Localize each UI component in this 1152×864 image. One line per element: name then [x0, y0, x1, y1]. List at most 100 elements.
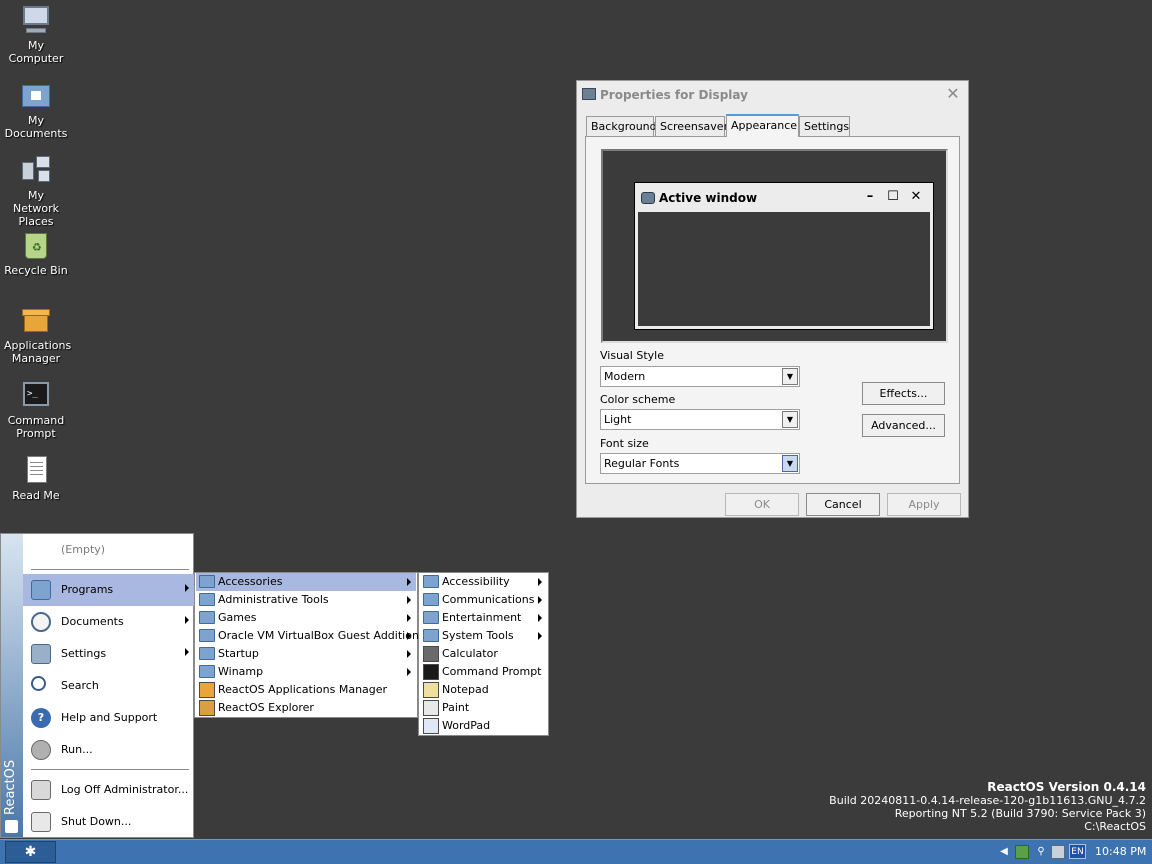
clock[interactable]: 10:48 PM: [1095, 845, 1146, 858]
chevron-right-icon: [185, 648, 189, 656]
chevron-right-icon: [185, 616, 189, 624]
folder-icon: [199, 611, 215, 624]
effects-button[interactable]: Effects...: [862, 382, 945, 405]
applications-manager-icon: [199, 682, 215, 698]
recent-empty: (Empty): [61, 543, 106, 556]
paint-icon: [423, 700, 439, 716]
ok-button[interactable]: OK: [725, 493, 799, 516]
start-item-search[interactable]: Search: [23, 670, 194, 702]
start-item-help[interactable]: ? Help and Support: [23, 702, 194, 734]
folder-icon: [423, 575, 439, 588]
close-icon: ✕: [910, 189, 922, 204]
shutdown-icon: [31, 812, 51, 832]
accessories-item-communications[interactable]: Communications: [420, 591, 547, 609]
accessories-item-calculator[interactable]: Calculator: [420, 645, 547, 663]
notepad-icon: [423, 682, 439, 698]
volume-icon[interactable]: ◀: [997, 845, 1011, 859]
calculator-icon: [423, 646, 439, 662]
minimize-icon: –: [866, 189, 874, 204]
apply-button[interactable]: Apply: [887, 493, 961, 516]
tab-settings[interactable]: Settings: [799, 116, 850, 136]
safely-remove-icon[interactable]: [1015, 845, 1029, 859]
accessories-item-entertainment[interactable]: Entertainment: [420, 609, 547, 627]
version-build: Build 20240811-0.4.14-release-120-g1b116…: [829, 794, 1146, 807]
start-menu-banner: ReactOS: [1, 534, 23, 837]
tab-screensaver[interactable]: Screensaver: [655, 116, 728, 136]
programs-item-games[interactable]: Games: [196, 609, 416, 627]
start-item-run[interactable]: Run...: [23, 734, 194, 766]
network-icon[interactable]: [1051, 845, 1065, 859]
accessories-item-paint[interactable]: Paint: [420, 699, 547, 717]
maximize-icon: ☐: [887, 189, 899, 204]
tab-background[interactable]: Background: [586, 116, 657, 136]
folder-icon: [423, 629, 439, 642]
brand-label: ReactOS: [3, 759, 18, 815]
preview-title-bar: Active window – ☐ ✕: [635, 183, 933, 211]
computer-icon: [20, 4, 52, 36]
folder-icon: [199, 665, 215, 678]
programs-item-virtualbox-additions[interactable]: Oracle VM VirtualBox Guest Additions: [196, 627, 425, 645]
font-size-select[interactable]: Regular Fonts ▼: [600, 453, 800, 474]
desktop-icon-my-computer[interactable]: My Computer: [4, 4, 68, 65]
chevron-right-icon: [538, 596, 542, 604]
folder-icon: [199, 629, 215, 642]
start-item-settings[interactable]: Settings: [23, 638, 194, 670]
programs-item-reactos-explorer[interactable]: ReactOS Explorer: [196, 699, 416, 717]
reactos-logo-icon: ✱: [24, 844, 37, 860]
desktop-icon-recycle-bin[interactable]: ♻ Recycle Bin: [4, 229, 68, 277]
desktop-icon-command-prompt[interactable]: >_ Command Prompt: [4, 379, 68, 440]
menu-separator: [31, 569, 189, 570]
dialog-title-bar[interactable]: Properties for Display ✕: [577, 81, 968, 109]
accessories-submenu: Accessibility Communications Entertainme…: [418, 572, 549, 736]
command-prompt-icon: [423, 664, 439, 680]
tab-appearance[interactable]: Appearance: [726, 114, 799, 137]
version-watermark: ReactOS Version 0.4.14 Build 20240811-0.…: [829, 781, 1146, 834]
advanced-button[interactable]: Advanced...: [862, 414, 945, 437]
desktop-icon-read-me[interactable]: Read Me: [4, 454, 68, 502]
system-tray: ◀ ⚲ EN 10:48 PM: [990, 840, 1152, 864]
chevron-down-icon[interactable]: ▼: [782, 455, 798, 472]
programs-item-administrative-tools[interactable]: Administrative Tools: [196, 591, 416, 609]
desktop-icon-my-documents[interactable]: My Documents: [4, 79, 68, 140]
start-item-documents[interactable]: Documents: [23, 606, 194, 638]
start-item-logoff[interactable]: Log Off Administrator...: [23, 774, 194, 806]
dialog-title: Properties for Display: [600, 88, 748, 102]
accessories-item-accessibility[interactable]: Accessibility: [420, 573, 547, 591]
programs-item-applications-manager[interactable]: ReactOS Applications Manager: [196, 681, 416, 699]
programs-item-winamp[interactable]: Winamp: [196, 663, 416, 681]
appearance-preview: Active window – ☐ ✕: [601, 149, 948, 343]
recycle-bin-icon: ♻: [20, 229, 52, 261]
broom-icon[interactable]: ⚲: [1034, 845, 1048, 859]
search-icon: [31, 676, 46, 691]
accessories-item-command-prompt[interactable]: Command Prompt: [420, 663, 547, 681]
accessories-item-system-tools[interactable]: System Tools: [420, 627, 547, 645]
programs-item-startup[interactable]: Startup: [196, 645, 416, 663]
folder-icon: [423, 611, 439, 624]
visual-style-select[interactable]: Modern ▼: [600, 366, 800, 387]
start-item-shutdown[interactable]: Shut Down...: [23, 806, 194, 838]
color-scheme-select[interactable]: Light ▼: [600, 409, 800, 430]
chevron-right-icon: [538, 578, 542, 586]
chevron-down-icon[interactable]: ▼: [782, 411, 798, 428]
command-prompt-icon: >_: [20, 379, 52, 411]
documents-folder-icon: [20, 79, 52, 111]
cancel-button[interactable]: Cancel: [806, 493, 880, 516]
desktop-icon-network-places[interactable]: My Network Places: [4, 154, 68, 228]
font-size-label: Font size: [600, 437, 649, 450]
accessories-item-notepad[interactable]: Notepad: [420, 681, 547, 699]
start-item-programs[interactable]: Programs: [23, 574, 194, 606]
version-reporting: Reporting NT 5.2 (Build 3790: Service Pa…: [894, 807, 1146, 820]
start-button[interactable]: ✱: [5, 841, 56, 863]
documents-icon: [31, 612, 51, 632]
appearance-panel: Active window – ☐ ✕ Visual Style Modern …: [585, 136, 960, 484]
desktop-icon-applications-manager[interactable]: Applications Manager: [4, 304, 71, 365]
chevron-right-icon: [407, 614, 411, 622]
accessories-item-wordpad[interactable]: WordPad: [420, 717, 547, 735]
language-indicator[interactable]: EN: [1069, 844, 1086, 859]
explorer-icon: [199, 700, 215, 716]
menu-separator: [31, 769, 189, 770]
chevron-down-icon[interactable]: ▼: [782, 368, 798, 385]
close-icon[interactable]: ✕: [944, 85, 962, 103]
applications-manager-icon: [20, 304, 52, 336]
programs-item-accessories[interactable]: Accessories: [196, 573, 416, 591]
